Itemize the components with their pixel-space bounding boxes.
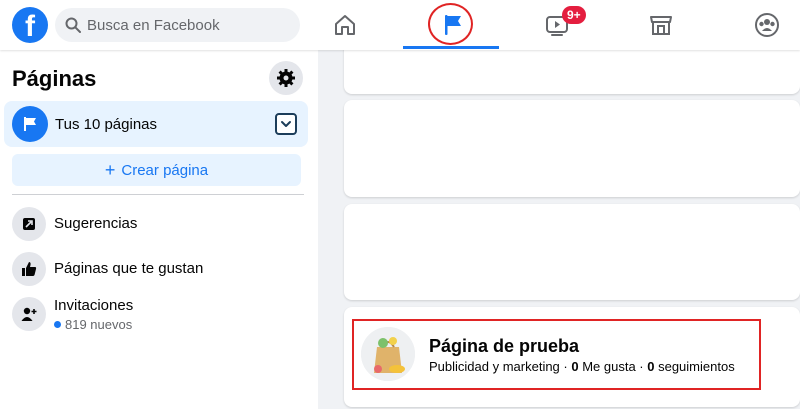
active-tab-indicator [403,46,499,49]
settings-button[interactable] [269,61,303,95]
sidebar-item-label: Páginas que te gustan [54,260,204,277]
search-input[interactable] [87,8,292,42]
chevron-down-icon [281,121,291,127]
sidebar-item-label: Invitaciones [54,297,134,314]
annotation-box [352,319,761,390]
create-page-label: Crear página [121,161,209,179]
invitations-count: 819 nuevos [54,317,132,332]
sidebar-item-suggestions[interactable]: Sugerencias [12,205,302,245]
thumbs-up-icon [12,252,46,286]
notification-badge: 9+ [562,6,586,24]
sidebar-item-liked-pages[interactable]: Páginas que te gustan [12,250,302,290]
your-pages-label: Tus 10 páginas [55,116,158,133]
groups-icon [755,13,779,37]
sidebar-item-invitations[interactable]: Invitaciones 819 nuevos [12,295,302,335]
divider [12,194,304,195]
feed-card [344,204,800,300]
pages-flag-avatar [12,106,48,142]
plus-icon: + [104,160,116,180]
sidebar-item-label: Sugerencias [54,215,138,232]
your-pages-item[interactable]: Tus 10 páginas [4,101,308,147]
new-dot [54,321,61,328]
gear-icon [277,69,295,87]
add-person-icon [12,297,46,331]
sidebar-title: Páginas [12,66,97,91]
tab-groups[interactable] [717,0,800,50]
logo-letter: f [25,10,35,43]
invitations-new-label: 819 nuevos [65,317,133,332]
sidebar: Páginas Tus 10 páginas + Crear página Su… [0,50,318,409]
search-icon [65,17,81,33]
annotation-circle [428,3,473,45]
feed-card [344,100,800,197]
search-box[interactable] [55,8,300,42]
tab-marketplace[interactable] [611,0,711,50]
tab-home[interactable] [295,0,395,50]
expand-button[interactable] [275,113,297,135]
create-page-button[interactable]: + Crear página [12,154,301,186]
home-icon [335,15,355,35]
store-icon [650,16,672,35]
flag-icon [24,117,36,131]
facebook-logo[interactable]: f [12,7,48,43]
top-bar: f 9+ [0,0,800,50]
tab-watch[interactable] [507,0,607,50]
suggestions-icon [12,207,46,241]
